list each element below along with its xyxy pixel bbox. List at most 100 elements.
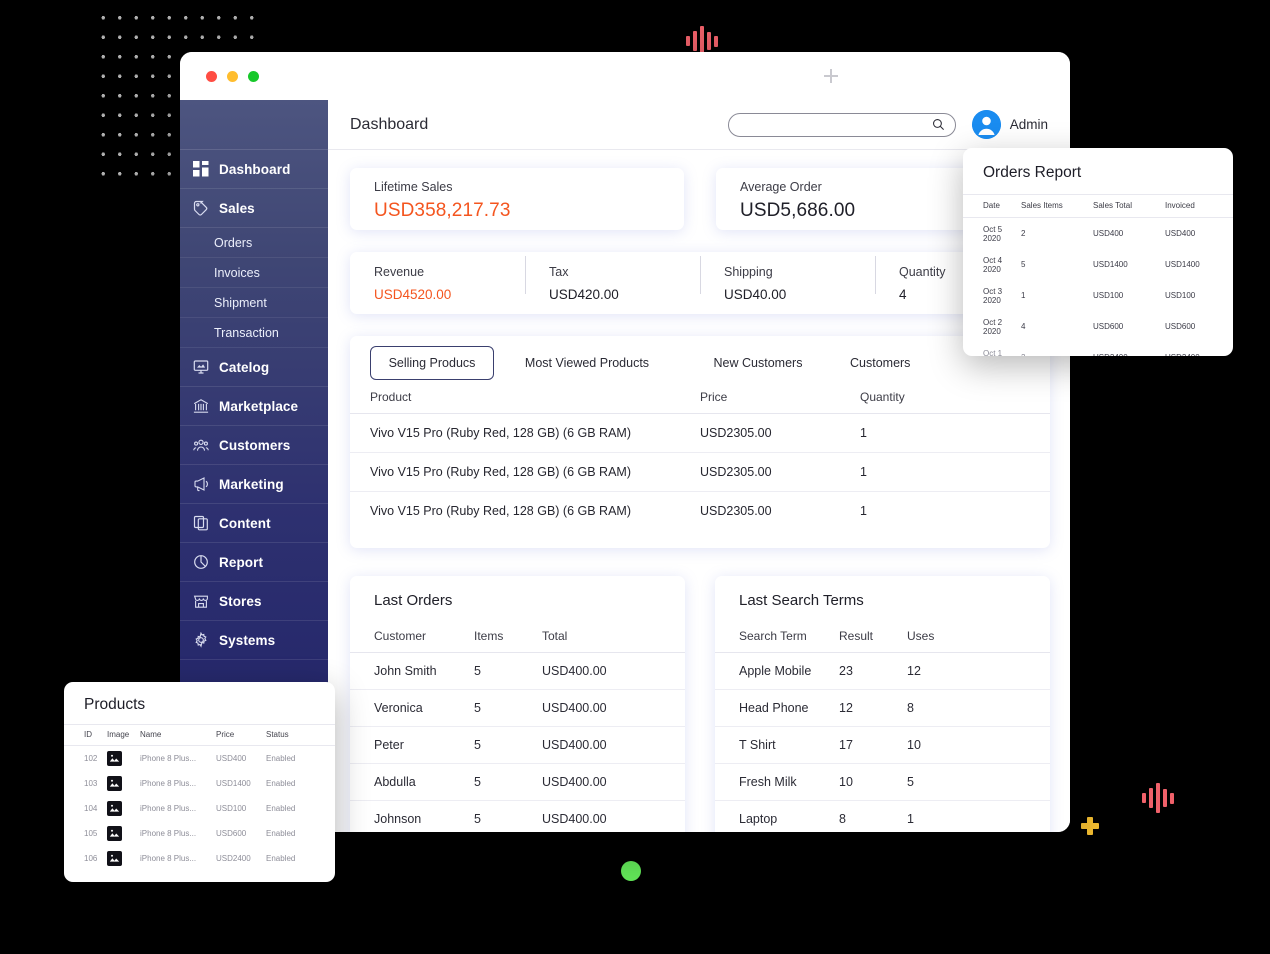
table-row[interactable]: Peter 5 USD400.00 (350, 726, 685, 764)
cell-quantity: 1 (860, 504, 867, 518)
user-menu[interactable]: Admin (971, 110, 1048, 139)
cell-invoiced: USD1400 (1165, 260, 1200, 269)
cell-invoiced: USD400 (1165, 229, 1196, 238)
sidebar-item-content[interactable]: Content (180, 504, 328, 543)
close-icon[interactable] (206, 70, 217, 82)
page-title: Dashboard (350, 115, 429, 133)
table-row[interactable]: Oct 2 2020 4 USD600 USD600 (963, 311, 1233, 342)
monitor-icon (192, 359, 209, 376)
sidebar-item-invoices[interactable]: Invoices (180, 258, 328, 288)
cell-invoiced: USD600 (1165, 322, 1196, 331)
cell-id: 106 (84, 854, 98, 863)
table-row[interactable]: Vivo V15 Pro (Ruby Red, 128 GB) (6 GB RA… (350, 452, 1050, 492)
cell-id: 105 (84, 829, 98, 838)
cell-sales-total: USD600 (1093, 322, 1124, 331)
column-header-status: Status (266, 724, 335, 746)
minimize-icon[interactable] (227, 70, 238, 82)
table-row[interactable]: Vivo V15 Pro (Ruby Red, 128 GB) (6 GB RA… (350, 492, 1050, 531)
table-row[interactable]: John Smith 5 USD400.00 (350, 652, 685, 690)
image-icon (107, 751, 122, 766)
table-row[interactable]: 103 iPhone 8 Plus... USD1400 Enabled (64, 771, 335, 796)
search-icon[interactable] (932, 118, 945, 131)
cell-date: Oct 4 2020 (983, 255, 1003, 274)
column-header-uses: Uses (907, 619, 1050, 653)
table-row[interactable]: Head Phone 12 8 (715, 689, 1050, 727)
cell-sales-total: USD1400 (1093, 260, 1128, 269)
column-header-name: Name (140, 724, 216, 746)
table-row[interactable]: Oct 5 2020 2 USD400 USD400 (963, 218, 1233, 250)
selling-products-table: Product Price Quantity Vivo V15 Pro (Rub… (350, 380, 1050, 530)
table-row[interactable]: Apple Mobile 23 12 (715, 652, 1050, 690)
search-input[interactable] (738, 118, 932, 131)
orders-report-title: Orders Report (983, 164, 1082, 181)
cell-result: 10 (839, 763, 907, 801)
sidebar-item-systems[interactable]: Systems (180, 621, 328, 660)
column-header-price: Price (700, 380, 860, 414)
table-row[interactable]: Johnson 5 USD400.00 (350, 801, 685, 833)
cell-name: iPhone 8 Plus... (140, 829, 197, 838)
cell-invoiced: USD2400 (1165, 342, 1233, 356)
table-row[interactable]: Vivo V15 Pro (Ruby Red, 128 GB) (6 GB RA… (350, 413, 1050, 453)
column-header-image: Image (107, 724, 140, 746)
new-tab-plus-icon[interactable] (824, 69, 838, 83)
sidebar-item-dashboard[interactable]: Dashboard (180, 150, 328, 189)
table-row[interactable]: Laptop 8 1 (715, 801, 1050, 833)
column-header-date: Date (963, 194, 1021, 218)
table-row[interactable]: 102 iPhone 8 Plus... USD400 Enabled (64, 746, 335, 772)
column-header-sales-total: Sales Total (1093, 194, 1165, 218)
gear-icon (192, 632, 209, 649)
tab-customers[interactable]: Customers (836, 347, 924, 379)
cell-invoiced: USD100 (1165, 291, 1196, 300)
table-row[interactable]: Oct 1 2020 2 USD2400 USD2400 (963, 342, 1233, 357)
stat-revenue: Revenue USD4520.00 (350, 265, 525, 302)
cell-customer: John Smith (350, 652, 474, 690)
cell-status: Enabled (266, 854, 296, 863)
table-row[interactable]: 104 iPhone 8 Plus... USD100 Enabled (64, 796, 335, 821)
stat-tax: Tax USD420.00 (525, 255, 700, 302)
sidebar-item-report[interactable]: Report (180, 543, 328, 582)
grid-icon (192, 161, 209, 178)
table-row[interactable]: 106 iPhone 8 Plus... USD2400 Enabled (64, 846, 335, 871)
orders-report-table: Date Sales Items Sales Total Invoiced Oc… (963, 194, 1233, 356)
sidebar-item-label: Stores (219, 593, 262, 609)
cell-quantity: 1 (860, 413, 1050, 453)
dashboard-scroll-area: Lifetime Sales USD358,217.73 Average Ord… (328, 150, 1070, 832)
search-box[interactable] (727, 112, 956, 137)
table-row[interactable]: Fresh Milk 10 5 (715, 763, 1050, 801)
sidebar-item-customers[interactable]: Customers (180, 426, 328, 465)
tab-new-customers[interactable]: New Customers (680, 347, 836, 379)
tab-most-viewed-products[interactable]: Most Viewed Products (494, 347, 680, 379)
table-row[interactable]: Oct 4 2020 5 USD1400 USD1400 (963, 249, 1233, 280)
sidebar-item-orders[interactable]: Orders (180, 228, 328, 258)
cell-sales-total: USD2400 (1093, 342, 1165, 356)
cell-total: USD400.00 (542, 763, 685, 801)
window-controls[interactable] (206, 70, 259, 82)
cell-items: 5 (474, 689, 542, 727)
cell-total: USD400.00 (542, 726, 685, 764)
avatar[interactable] (971, 110, 1001, 139)
sidebar-item-transaction[interactable]: Transaction (180, 318, 328, 348)
maximize-icon[interactable] (248, 70, 259, 82)
sidebar-item-shipment[interactable]: Shipment (180, 288, 328, 318)
sidebar-item-label: Dashboard (219, 161, 291, 177)
stat-value: USD420.00 (549, 286, 619, 302)
table-row[interactable]: T Shirt 17 10 (715, 726, 1050, 764)
table-row[interactable]: Veronica 5 USD400.00 (350, 689, 685, 727)
table-row[interactable]: 105 iPhone 8 Plus... USD600 Enabled (64, 821, 335, 846)
table-row[interactable]: Oct 3 2020 1 USD100 USD100 (963, 280, 1233, 311)
cell-total: USD400.00 (542, 652, 685, 690)
sidebar-item-stores[interactable]: Stores (180, 582, 328, 621)
sidebar-item-marketplace[interactable]: Marketplace (180, 387, 328, 426)
cell-sales-items: 1 (1021, 291, 1026, 300)
stat-label: Revenue (374, 264, 425, 279)
sidebar-item-catelog[interactable]: Catelog (180, 348, 328, 387)
table-row[interactable]: Abdulla 5 USD400.00 (350, 763, 685, 801)
cell-name: iPhone 8 Plus... (140, 754, 197, 763)
sidebar-subitem-label: Invoices (214, 265, 260, 280)
sidebar-item-marketing[interactable]: Marketing (180, 465, 328, 504)
main-content: Dashboard Admin Lifetime Sales USD358,21… (328, 100, 1070, 832)
plus-decoration-bottom (1081, 817, 1099, 835)
tab-selling-producs[interactable]: Selling Producs (370, 346, 494, 380)
sidebar-item-sales[interactable]: Sales (180, 189, 328, 228)
cell-search-term: Head Phone (715, 689, 839, 727)
